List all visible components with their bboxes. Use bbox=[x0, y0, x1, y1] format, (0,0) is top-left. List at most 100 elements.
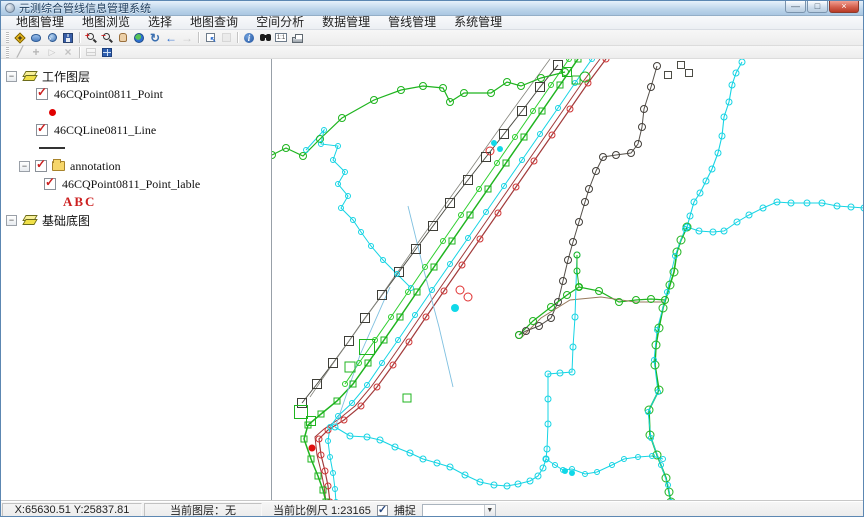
menu-map-browse[interactable]: 地图浏览 bbox=[73, 16, 139, 29]
main-toolbar: + + − bbox=[1, 30, 863, 46]
save-icon[interactable] bbox=[60, 31, 76, 45]
annotation-layer-checkbox[interactable]: ✓ bbox=[44, 178, 56, 190]
point-layer-checkbox[interactable]: ✓ bbox=[36, 88, 48, 100]
zoom-in-icon[interactable]: + bbox=[83, 31, 99, 45]
map-symbol-rect bbox=[678, 62, 685, 69]
identify-icon[interactable] bbox=[241, 31, 257, 45]
menu-map-manage[interactable]: 地图管理 bbox=[7, 16, 73, 29]
database-icon[interactable] bbox=[28, 31, 44, 45]
map-line-mid-green-horizontal bbox=[519, 287, 665, 335]
app-icon bbox=[5, 3, 15, 13]
annotation-group-label: annotation bbox=[70, 159, 121, 174]
annotation-symbol-row: ABC bbox=[1, 193, 271, 211]
maximize-button[interactable]: □ bbox=[807, 1, 828, 13]
annotation-layer-label: 46CQPoint0811_Point_lable bbox=[62, 177, 200, 192]
find-icon[interactable] bbox=[257, 31, 273, 45]
select-features-icon[interactable] bbox=[202, 31, 218, 45]
map-line-mid-brown-horizontal bbox=[521, 297, 665, 338]
map-symbol-rect bbox=[686, 70, 693, 77]
base-map-label: 基础底图 bbox=[42, 212, 90, 229]
move-feature-icon[interactable] bbox=[28, 45, 44, 59]
map-line-east-cyan-branch bbox=[687, 202, 863, 232]
map-node-corridor-cyan bbox=[334, 500, 339, 501]
menu-spatial-analysis[interactable]: 空间分析 bbox=[247, 16, 313, 29]
map-line-northwest-green-loop bbox=[272, 72, 565, 156]
work-layers-label: 工作图层 bbox=[42, 68, 90, 85]
minimize-button[interactable]: — bbox=[785, 1, 806, 13]
toolbar-separator bbox=[79, 47, 80, 58]
map-line-corridor-gray-thin bbox=[310, 59, 550, 397]
toolbar-grip bbox=[6, 32, 9, 43]
map-line-corridor-red-twin bbox=[315, 59, 600, 500]
menu-select[interactable]: 选择 bbox=[139, 16, 181, 29]
direction-icon[interactable] bbox=[44, 45, 60, 59]
map-symbol-dot bbox=[497, 146, 503, 152]
scale-section: 当前比例尺 1:23165 ✓ 捕捉 ▼ bbox=[264, 503, 862, 517]
window-title: 元测综合管线信息管理系统 bbox=[19, 0, 151, 16]
add-data-icon[interactable]: + bbox=[12, 31, 28, 45]
map-node-east-cyan-overlay bbox=[669, 500, 674, 501]
coordinates-readout: X:65630.51 Y:25837.81 bbox=[2, 503, 142, 517]
scale-readout: 当前比例尺 1:23165 bbox=[273, 502, 371, 517]
fixed-scale-icon[interactable] bbox=[273, 31, 289, 45]
attribute-table-icon[interactable] bbox=[83, 45, 99, 59]
menu-bar: 地图管理 地图浏览 选择 地图查询 空间分析 数据管理 管线管理 系统管理 bbox=[1, 16, 863, 30]
edit-toolbar bbox=[1, 46, 863, 59]
map-symbol-dot bbox=[569, 470, 575, 476]
menu-data-manage[interactable]: 数据管理 bbox=[313, 16, 379, 29]
window-controls: — □ × bbox=[784, 1, 859, 15]
title-bar: 元测综合管线信息管理系统 — □ × bbox=[1, 1, 863, 16]
map-line-corridor-green-main bbox=[304, 59, 578, 500]
menu-system-manage[interactable]: 系统管理 bbox=[445, 16, 511, 29]
zoom-out-icon[interactable]: − bbox=[99, 31, 115, 45]
map-line-south-cyan-run bbox=[335, 427, 546, 486]
map-canvas[interactable] bbox=[272, 59, 863, 500]
map-symbol-square bbox=[403, 394, 411, 402]
import-data-icon[interactable] bbox=[44, 31, 60, 45]
folder-icon bbox=[52, 161, 65, 171]
snap-layer-combobox[interactable]: ▼ bbox=[422, 504, 496, 517]
map-line-corridor-green-twin bbox=[345, 59, 569, 384]
map-area bbox=[272, 59, 863, 500]
tree-node-base-map[interactable]: − 基础底图 bbox=[1, 211, 271, 229]
chevron-down-icon[interactable]: ▼ bbox=[484, 505, 495, 516]
tree-node-annotation-layer[interactable]: ✓ 46CQPoint0811_Point_lable bbox=[1, 175, 271, 193]
collapse-icon[interactable]: − bbox=[19, 161, 30, 172]
map-symbol-circle bbox=[464, 293, 472, 301]
toolbar-separator bbox=[198, 32, 199, 43]
tree-node-work-layers[interactable]: − 工作图层 bbox=[1, 67, 271, 85]
map-line-northwest-cyan-zigzag bbox=[306, 130, 411, 288]
map-symbol-circle bbox=[580, 72, 590, 82]
map-symbol-dot bbox=[451, 304, 459, 312]
full-extent-icon[interactable] bbox=[131, 31, 147, 45]
pan-icon[interactable] bbox=[115, 31, 131, 45]
back-icon[interactable] bbox=[163, 31, 179, 45]
line-symbol bbox=[39, 147, 65, 149]
snap-checkbox[interactable]: ✓ bbox=[377, 505, 388, 516]
tree-node-line-layer[interactable]: ✓ 46CQLine0811_Line bbox=[1, 121, 271, 139]
point-layer-label: 46CQPoint0811_Point bbox=[54, 87, 163, 102]
menu-pipeline-manage[interactable]: 管线管理 bbox=[379, 16, 445, 29]
collapse-icon[interactable]: − bbox=[6, 215, 17, 226]
map-line-east-cyan-vertical bbox=[687, 62, 742, 227]
application-window: 元测综合管线信息管理系统 — □ × 地图管理 地图浏览 选择 地图查询 空间分… bbox=[0, 0, 864, 517]
close-button[interactable]: × bbox=[829, 1, 859, 13]
forward-icon[interactable] bbox=[179, 31, 195, 45]
tree-node-point-layer[interactable]: ✓ 46CQPoint0811_Point bbox=[1, 85, 271, 103]
grid-view-icon[interactable] bbox=[99, 45, 115, 59]
clear-selection-icon[interactable] bbox=[218, 31, 234, 45]
refresh-icon[interactable] bbox=[147, 31, 163, 45]
annotation-group-checkbox[interactable]: ✓ bbox=[35, 160, 47, 172]
tree-node-annotation-group[interactable]: − ✓ annotation bbox=[1, 157, 271, 175]
current-layer-status: 当前图层：无 bbox=[144, 503, 262, 517]
line-layer-label: 46CQLine0811_Line bbox=[54, 123, 156, 138]
print-icon[interactable] bbox=[289, 31, 305, 45]
line-layer-symbol-row bbox=[1, 139, 271, 157]
content-area: − 工作图层 ✓ 46CQPoint0811_Point ✓ 46CQLine0… bbox=[1, 59, 863, 501]
menu-map-query[interactable]: 地图查询 bbox=[181, 16, 247, 29]
collapse-icon[interactable]: − bbox=[6, 71, 17, 82]
delete-feature-icon[interactable] bbox=[60, 45, 76, 59]
line-layer-checkbox[interactable]: ✓ bbox=[36, 124, 48, 136]
point-layer-symbol-row bbox=[1, 103, 271, 121]
edit-sketch-icon[interactable] bbox=[12, 45, 28, 59]
